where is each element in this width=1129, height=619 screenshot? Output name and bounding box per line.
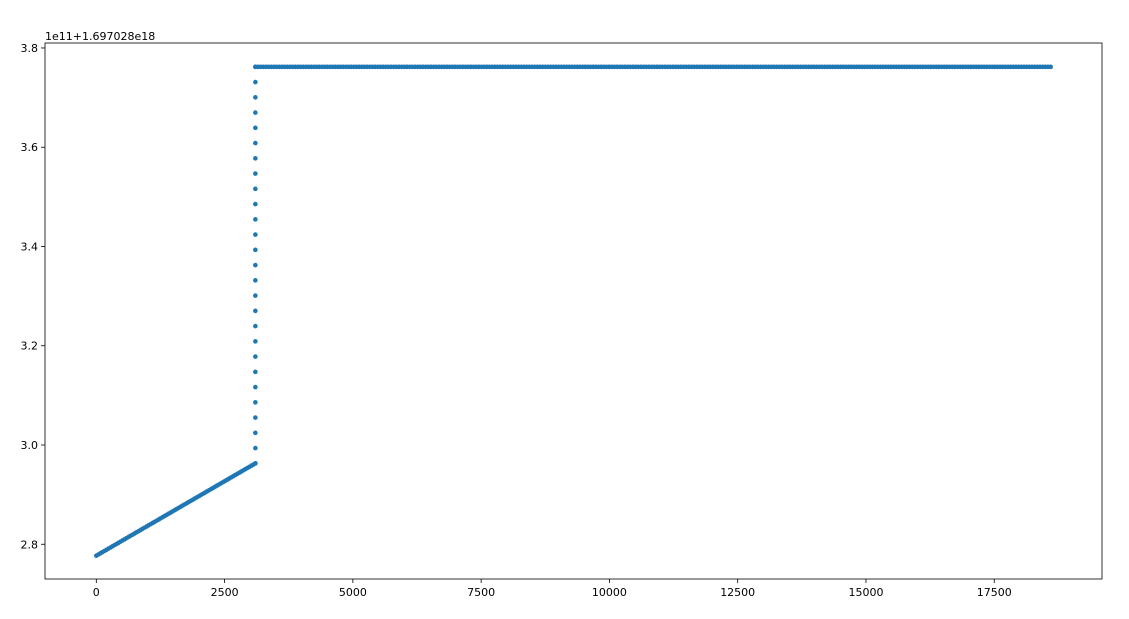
data-point (253, 354, 258, 359)
data-point (1048, 64, 1053, 70)
y-tick-label: 3.0 (21, 439, 39, 452)
x-tick-label: 7500 (467, 586, 495, 599)
data-point (253, 430, 258, 436)
x-tick-label: 10000 (592, 586, 627, 599)
data-point (253, 95, 258, 100)
y-tick-label: 3.2 (21, 340, 39, 353)
data-point (253, 293, 258, 298)
data-point (253, 369, 258, 375)
data-point (253, 79, 258, 85)
plot-frame (44, 42, 1103, 580)
y-tick-label: 2.8 (21, 538, 39, 551)
data-point (253, 125, 258, 131)
data-point (253, 232, 258, 237)
data-point (253, 445, 258, 451)
x-tick-label: 5000 (339, 586, 367, 599)
chart-figure: 0 2500 5000 7500 10000 12500 15000 17500 2.8 3.0 3… (0, 0, 1129, 615)
data-point (253, 186, 258, 192)
y-tick-label: 3.6 (21, 141, 39, 154)
data-point (253, 140, 258, 146)
data-point (253, 217, 258, 222)
data-point (253, 415, 258, 420)
x-tick-label: 12500 (720, 586, 755, 599)
data-point (253, 278, 258, 283)
data-point (253, 339, 258, 344)
data-point (253, 171, 258, 176)
data-point (253, 323, 258, 329)
data-point (253, 461, 258, 466)
data-point (253, 156, 258, 161)
x-tick-label: 15000 (848, 586, 883, 599)
data-point (253, 400, 258, 405)
data-point (253, 110, 258, 115)
x-tick-label: 17500 (977, 586, 1012, 599)
data-point (253, 247, 258, 253)
x-tick-label: 0 (93, 586, 100, 599)
x-tick-label: 2500 (211, 586, 239, 599)
y-axis-offset-label: 1e11+1.697028e18 (45, 30, 155, 43)
y-tick-label: 3.8 (21, 42, 39, 55)
chart-marks (94, 64, 1053, 558)
data-point (253, 262, 258, 268)
data-point (253, 384, 258, 390)
data-point (253, 201, 258, 207)
chart-svg: 0 2500 5000 7500 10000 12500 15000 17500 2.8 3.0 3… (21, 30, 1103, 599)
y-tick-label: 3.4 (21, 240, 39, 253)
data-point (253, 308, 258, 314)
chart-axes: 0 2500 5000 7500 10000 12500 15000 17500 2.8 3.0 3… (21, 42, 1103, 599)
